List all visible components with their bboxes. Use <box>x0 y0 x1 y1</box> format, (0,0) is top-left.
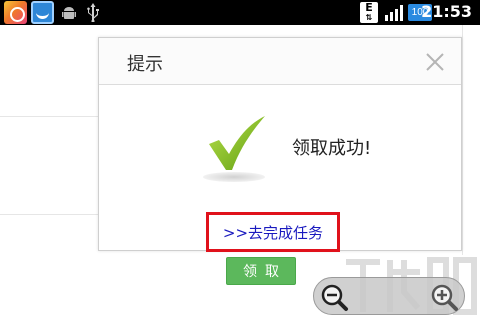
app-icon[interactable] <box>31 1 54 24</box>
task-link-highlight: >>去完成任务 <box>206 212 340 252</box>
background-divider <box>0 214 98 215</box>
complete-task-link[interactable]: >>去完成任务 <box>223 222 323 243</box>
signal-icon <box>385 5 403 21</box>
android-debug-icon <box>62 7 76 19</box>
zoom-in-icon[interactable] <box>429 282 459 312</box>
dialog-title: 提示 <box>127 54 163 75</box>
usb-icon <box>87 3 99 22</box>
zoom-out-icon[interactable] <box>319 282 349 312</box>
app-icon[interactable] <box>4 1 27 24</box>
background-divider <box>0 116 98 117</box>
success-message: 领取成功! <box>292 138 372 159</box>
success-dialog: 提示 领取成功! >>去完成任务 <box>98 37 462 252</box>
background-divider <box>462 25 463 255</box>
claim-button[interactable]: 领取 <box>226 257 296 285</box>
status-bar: E ⇅ 100 21:53 <box>0 0 480 25</box>
network-type-indicator: E ⇅ <box>360 2 378 23</box>
clock: 21:53 <box>421 2 472 21</box>
zoom-controls <box>313 277 465 315</box>
dialog-header: 提示 <box>99 38 461 85</box>
close-icon[interactable] <box>425 52 445 72</box>
checkmark-icon <box>209 116 265 170</box>
